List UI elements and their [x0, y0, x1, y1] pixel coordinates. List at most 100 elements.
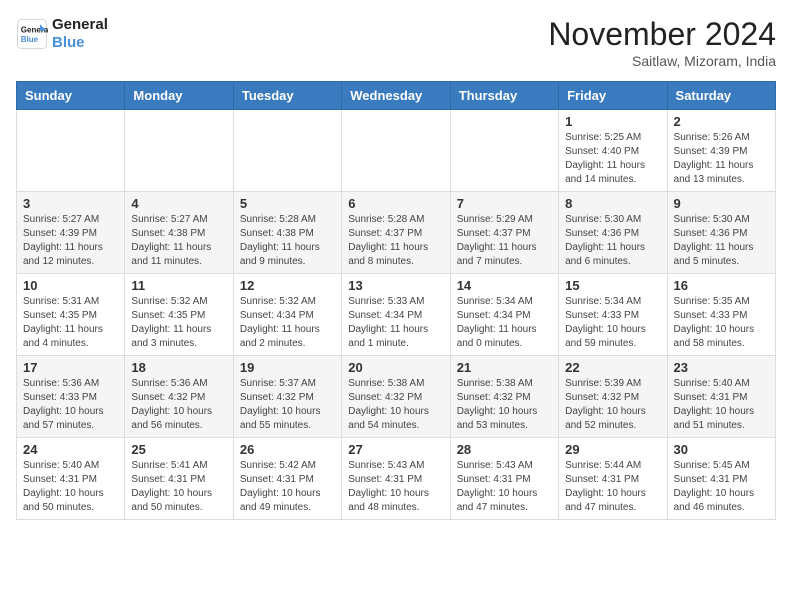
- weekday-header-row: SundayMondayTuesdayWednesdayThursdayFrid…: [17, 82, 776, 110]
- day-info: Sunrise: 5:38 AM Sunset: 4:32 PM Dayligh…: [348, 377, 443, 433]
- calendar-cell: [17, 110, 125, 192]
- day-info: Sunrise: 5:30 AM Sunset: 4:36 PM Dayligh…: [565, 213, 660, 269]
- page-header: General Blue General Blue November 2024 …: [16, 16, 776, 69]
- week-row-3: 10 Sunrise: 5:31 AM Sunset: 4:35 PM Dayli…: [17, 274, 776, 356]
- day-number: 24: [23, 442, 118, 457]
- day-number: 5: [240, 196, 335, 211]
- calendar-cell: [342, 110, 450, 192]
- location: Saitlaw, Mizoram, India: [548, 53, 776, 69]
- day-info: Sunrise: 5:40 AM Sunset: 4:31 PM Dayligh…: [23, 459, 118, 515]
- day-number: 10: [23, 278, 118, 293]
- day-number: 9: [674, 196, 769, 211]
- day-info: Sunrise: 5:27 AM Sunset: 4:39 PM Dayligh…: [23, 213, 118, 269]
- day-info: Sunrise: 5:29 AM Sunset: 4:37 PM Dayligh…: [457, 213, 552, 269]
- weekday-header-friday: Friday: [559, 82, 667, 110]
- calendar-cell: 6 Sunrise: 5:28 AM Sunset: 4:37 PM Daylig…: [342, 192, 450, 274]
- calendar-cell: 5Sunrise: 5:28 AM Sunset: 4:38 PM Daylig…: [233, 192, 341, 274]
- calendar-cell: 23 Sunrise: 5:40 AM Sunset: 4:31 PM Dayli…: [667, 356, 775, 438]
- calendar-cell: 20 Sunrise: 5:38 AM Sunset: 4:32 PM Dayli…: [342, 356, 450, 438]
- day-number: 27: [348, 442, 443, 457]
- day-number: 12: [240, 278, 335, 293]
- logo-icon: General Blue: [16, 18, 48, 50]
- week-row-1: 1 Sunrise: 5:25 AM Sunset: 4:40 PM Daylig…: [17, 110, 776, 192]
- day-number: 2: [674, 114, 769, 129]
- day-number: 7: [457, 196, 552, 211]
- calendar-cell: 10 Sunrise: 5:31 AM Sunset: 4:35 PM Dayli…: [17, 274, 125, 356]
- logo: General Blue General Blue: [16, 16, 108, 52]
- day-number: 8: [565, 196, 660, 211]
- day-number: 15: [565, 278, 660, 293]
- weekday-header-sunday: Sunday: [17, 82, 125, 110]
- day-info: Sunrise: 5:31 AM Sunset: 4:35 PM Dayligh…: [23, 295, 118, 351]
- day-info: Sunrise: 5:25 AM Sunset: 4:40 PM Dayligh…: [565, 131, 660, 187]
- calendar-cell: 22Sunrise: 5:39 AM Sunset: 4:32 PM Dayli…: [559, 356, 667, 438]
- calendar-cell: [125, 110, 233, 192]
- day-info: Sunrise: 5:41 AM Sunset: 4:31 PM Dayligh…: [131, 459, 226, 515]
- day-number: 4: [131, 196, 226, 211]
- calendar-cell: 16Sunrise: 5:35 AM Sunset: 4:33 PM Dayli…: [667, 274, 775, 356]
- svg-text:Blue: Blue: [21, 35, 39, 44]
- weekday-header-tuesday: Tuesday: [233, 82, 341, 110]
- day-number: 3: [23, 196, 118, 211]
- day-number: 17: [23, 360, 118, 375]
- calendar-cell: 8 Sunrise: 5:30 AM Sunset: 4:36 PM Daylig…: [559, 192, 667, 274]
- month-title: November 2024: [548, 16, 776, 53]
- calendar-cell: 24 Sunrise: 5:40 AM Sunset: 4:31 PM Dayli…: [17, 438, 125, 520]
- calendar-cell: 30 Sunrise: 5:45 AM Sunset: 4:31 PM Dayli…: [667, 438, 775, 520]
- day-info: Sunrise: 5:28 AM Sunset: 4:37 PM Dayligh…: [348, 213, 443, 269]
- day-number: 1: [565, 114, 660, 129]
- calendar-cell: [450, 110, 558, 192]
- day-info: Sunrise: 5:32 AM Sunset: 4:35 PM Dayligh…: [131, 295, 226, 351]
- calendar-cell: 9 Sunrise: 5:30 AM Sunset: 4:36 PM Daylig…: [667, 192, 775, 274]
- weekday-header-thursday: Thursday: [450, 82, 558, 110]
- day-info: Sunrise: 5:26 AM Sunset: 4:39 PM Dayligh…: [674, 131, 769, 187]
- day-number: 28: [457, 442, 552, 457]
- calendar-cell: 29Sunrise: 5:44 AM Sunset: 4:31 PM Dayli…: [559, 438, 667, 520]
- day-number: 26: [240, 442, 335, 457]
- calendar-cell: 2 Sunrise: 5:26 AM Sunset: 4:39 PM Daylig…: [667, 110, 775, 192]
- calendar-cell: 4 Sunrise: 5:27 AM Sunset: 4:38 PM Daylig…: [125, 192, 233, 274]
- day-number: 23: [674, 360, 769, 375]
- calendar-cell: 21Sunrise: 5:38 AM Sunset: 4:32 PM Dayli…: [450, 356, 558, 438]
- day-info: Sunrise: 5:34 AM Sunset: 4:34 PM Dayligh…: [457, 295, 552, 351]
- week-row-2: 3 Sunrise: 5:27 AM Sunset: 4:39 PM Daylig…: [17, 192, 776, 274]
- calendar-cell: 28Sunrise: 5:43 AM Sunset: 4:31 PM Dayli…: [450, 438, 558, 520]
- day-info: Sunrise: 5:36 AM Sunset: 4:32 PM Dayligh…: [131, 377, 226, 433]
- calendar-cell: 25Sunrise: 5:41 AM Sunset: 4:31 PM Dayli…: [125, 438, 233, 520]
- day-info: Sunrise: 5:27 AM Sunset: 4:38 PM Dayligh…: [131, 213, 226, 269]
- day-info: Sunrise: 5:43 AM Sunset: 4:31 PM Dayligh…: [348, 459, 443, 515]
- day-info: Sunrise: 5:36 AM Sunset: 4:33 PM Dayligh…: [23, 377, 118, 433]
- day-number: 30: [674, 442, 769, 457]
- week-row-5: 24 Sunrise: 5:40 AM Sunset: 4:31 PM Dayli…: [17, 438, 776, 520]
- day-number: 6: [348, 196, 443, 211]
- day-info: Sunrise: 5:40 AM Sunset: 4:31 PM Dayligh…: [674, 377, 769, 433]
- calendar-cell: 14 Sunrise: 5:34 AM Sunset: 4:34 PM Dayli…: [450, 274, 558, 356]
- calendar-cell: 19Sunrise: 5:37 AM Sunset: 4:32 PM Dayli…: [233, 356, 341, 438]
- calendar-cell: 1 Sunrise: 5:25 AM Sunset: 4:40 PM Daylig…: [559, 110, 667, 192]
- week-row-4: 17 Sunrise: 5:36 AM Sunset: 4:33 PM Dayli…: [17, 356, 776, 438]
- calendar-cell: 26 Sunrise: 5:42 AM Sunset: 4:31 PM Dayli…: [233, 438, 341, 520]
- calendar-cell: 27 Sunrise: 5:43 AM Sunset: 4:31 PM Dayli…: [342, 438, 450, 520]
- calendar-cell: 13Sunrise: 5:33 AM Sunset: 4:34 PM Dayli…: [342, 274, 450, 356]
- day-info: Sunrise: 5:30 AM Sunset: 4:36 PM Dayligh…: [674, 213, 769, 269]
- calendar-cell: 7 Sunrise: 5:29 AM Sunset: 4:37 PM Daylig…: [450, 192, 558, 274]
- calendar-table: SundayMondayTuesdayWednesdayThursdayFrid…: [16, 81, 776, 520]
- day-number: 11: [131, 278, 226, 293]
- day-number: 29: [565, 442, 660, 457]
- day-number: 20: [348, 360, 443, 375]
- day-info: Sunrise: 5:45 AM Sunset: 4:31 PM Dayligh…: [674, 459, 769, 515]
- calendar-cell: 18 Sunrise: 5:36 AM Sunset: 4:32 PM Dayli…: [125, 356, 233, 438]
- calendar-cell: 15 Sunrise: 5:34 AM Sunset: 4:33 PM Dayli…: [559, 274, 667, 356]
- day-info: Sunrise: 5:32 AM Sunset: 4:34 PM Dayligh…: [240, 295, 335, 351]
- day-number: 18: [131, 360, 226, 375]
- day-info: Sunrise: 5:34 AM Sunset: 4:33 PM Dayligh…: [565, 295, 660, 351]
- day-number: 14: [457, 278, 552, 293]
- weekday-header-monday: Monday: [125, 82, 233, 110]
- calendar-cell: 3 Sunrise: 5:27 AM Sunset: 4:39 PM Daylig…: [17, 192, 125, 274]
- day-info: Sunrise: 5:38 AM Sunset: 4:32 PM Dayligh…: [457, 377, 552, 433]
- title-block: November 2024 Saitlaw, Mizoram, India: [548, 16, 776, 69]
- calendar-cell: 11 Sunrise: 5:32 AM Sunset: 4:35 PM Dayli…: [125, 274, 233, 356]
- weekday-header-wednesday: Wednesday: [342, 82, 450, 110]
- day-number: 16: [674, 278, 769, 293]
- day-info: Sunrise: 5:42 AM Sunset: 4:31 PM Dayligh…: [240, 459, 335, 515]
